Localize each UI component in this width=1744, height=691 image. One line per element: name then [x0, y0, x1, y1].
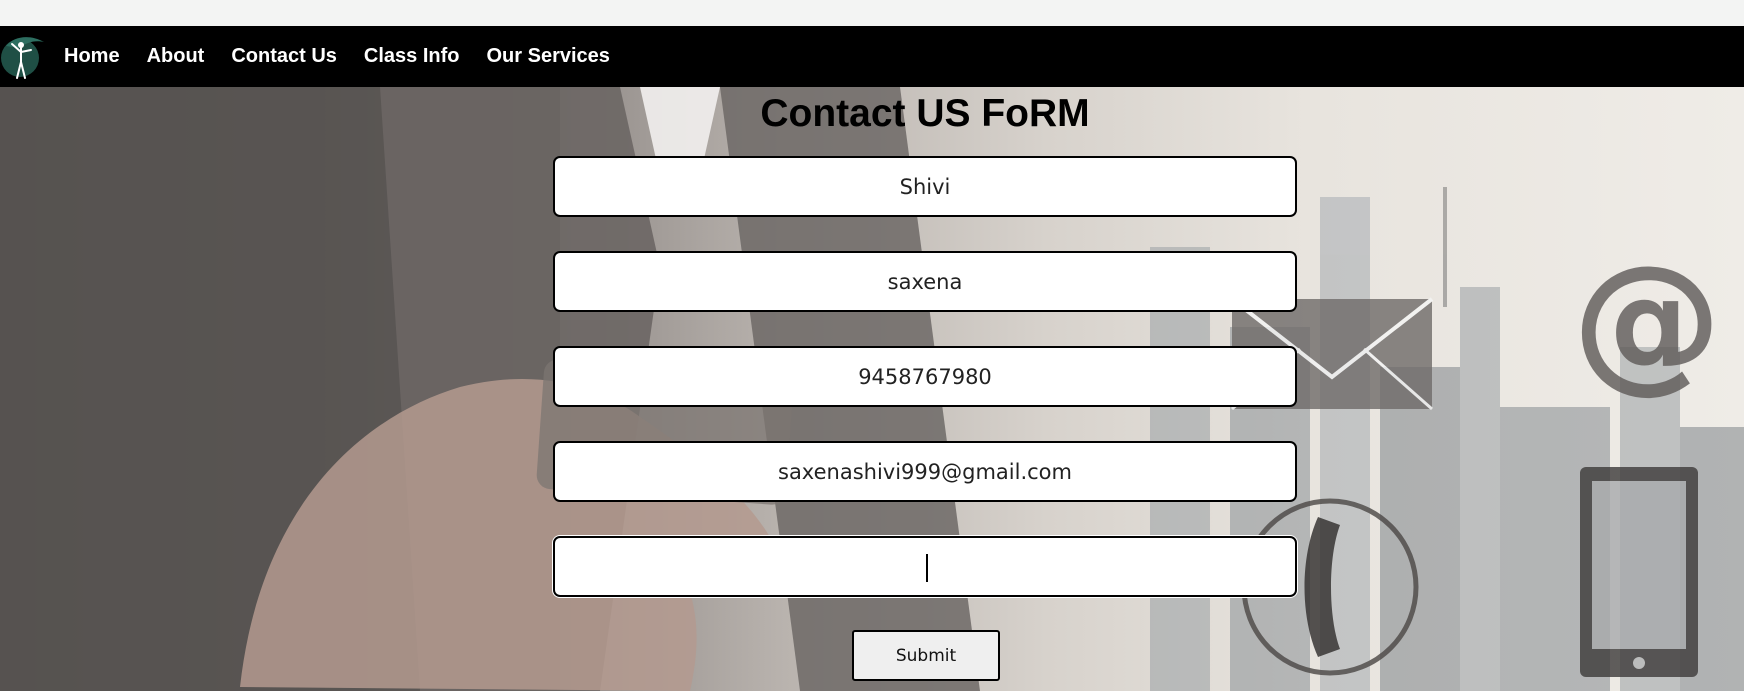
tablet-icon	[1580, 467, 1698, 677]
submit-button[interactable]: Submit	[852, 630, 1000, 681]
phone-field[interactable]	[553, 346, 1297, 407]
svg-text:@: @	[1572, 234, 1722, 408]
page: Home About Contact Us Class Info Our Ser…	[0, 0, 1744, 691]
at-sign-icon: @	[1572, 234, 1722, 408]
nav-class-info[interactable]: Class Info	[364, 45, 460, 68]
top-navbar: Home About Contact Us Class Info Our Ser…	[0, 26, 1744, 87]
last-name-field[interactable]	[553, 251, 1297, 312]
first-name-field[interactable]	[553, 156, 1297, 217]
form-title: Contact US FoRM	[760, 92, 1090, 135]
nav-about[interactable]: About	[147, 45, 205, 68]
nav-contact-us[interactable]: Contact Us	[231, 45, 337, 68]
dancer-logo[interactable]	[0, 32, 46, 82]
nav-our-services[interactable]: Our Services	[487, 45, 610, 68]
nav-links: Home About Contact Us Class Info Our Ser…	[64, 45, 637, 68]
text-caret	[926, 554, 928, 582]
message-field[interactable]	[553, 536, 1297, 597]
nav-home[interactable]: Home	[64, 45, 120, 68]
email-field[interactable]	[553, 441, 1297, 502]
